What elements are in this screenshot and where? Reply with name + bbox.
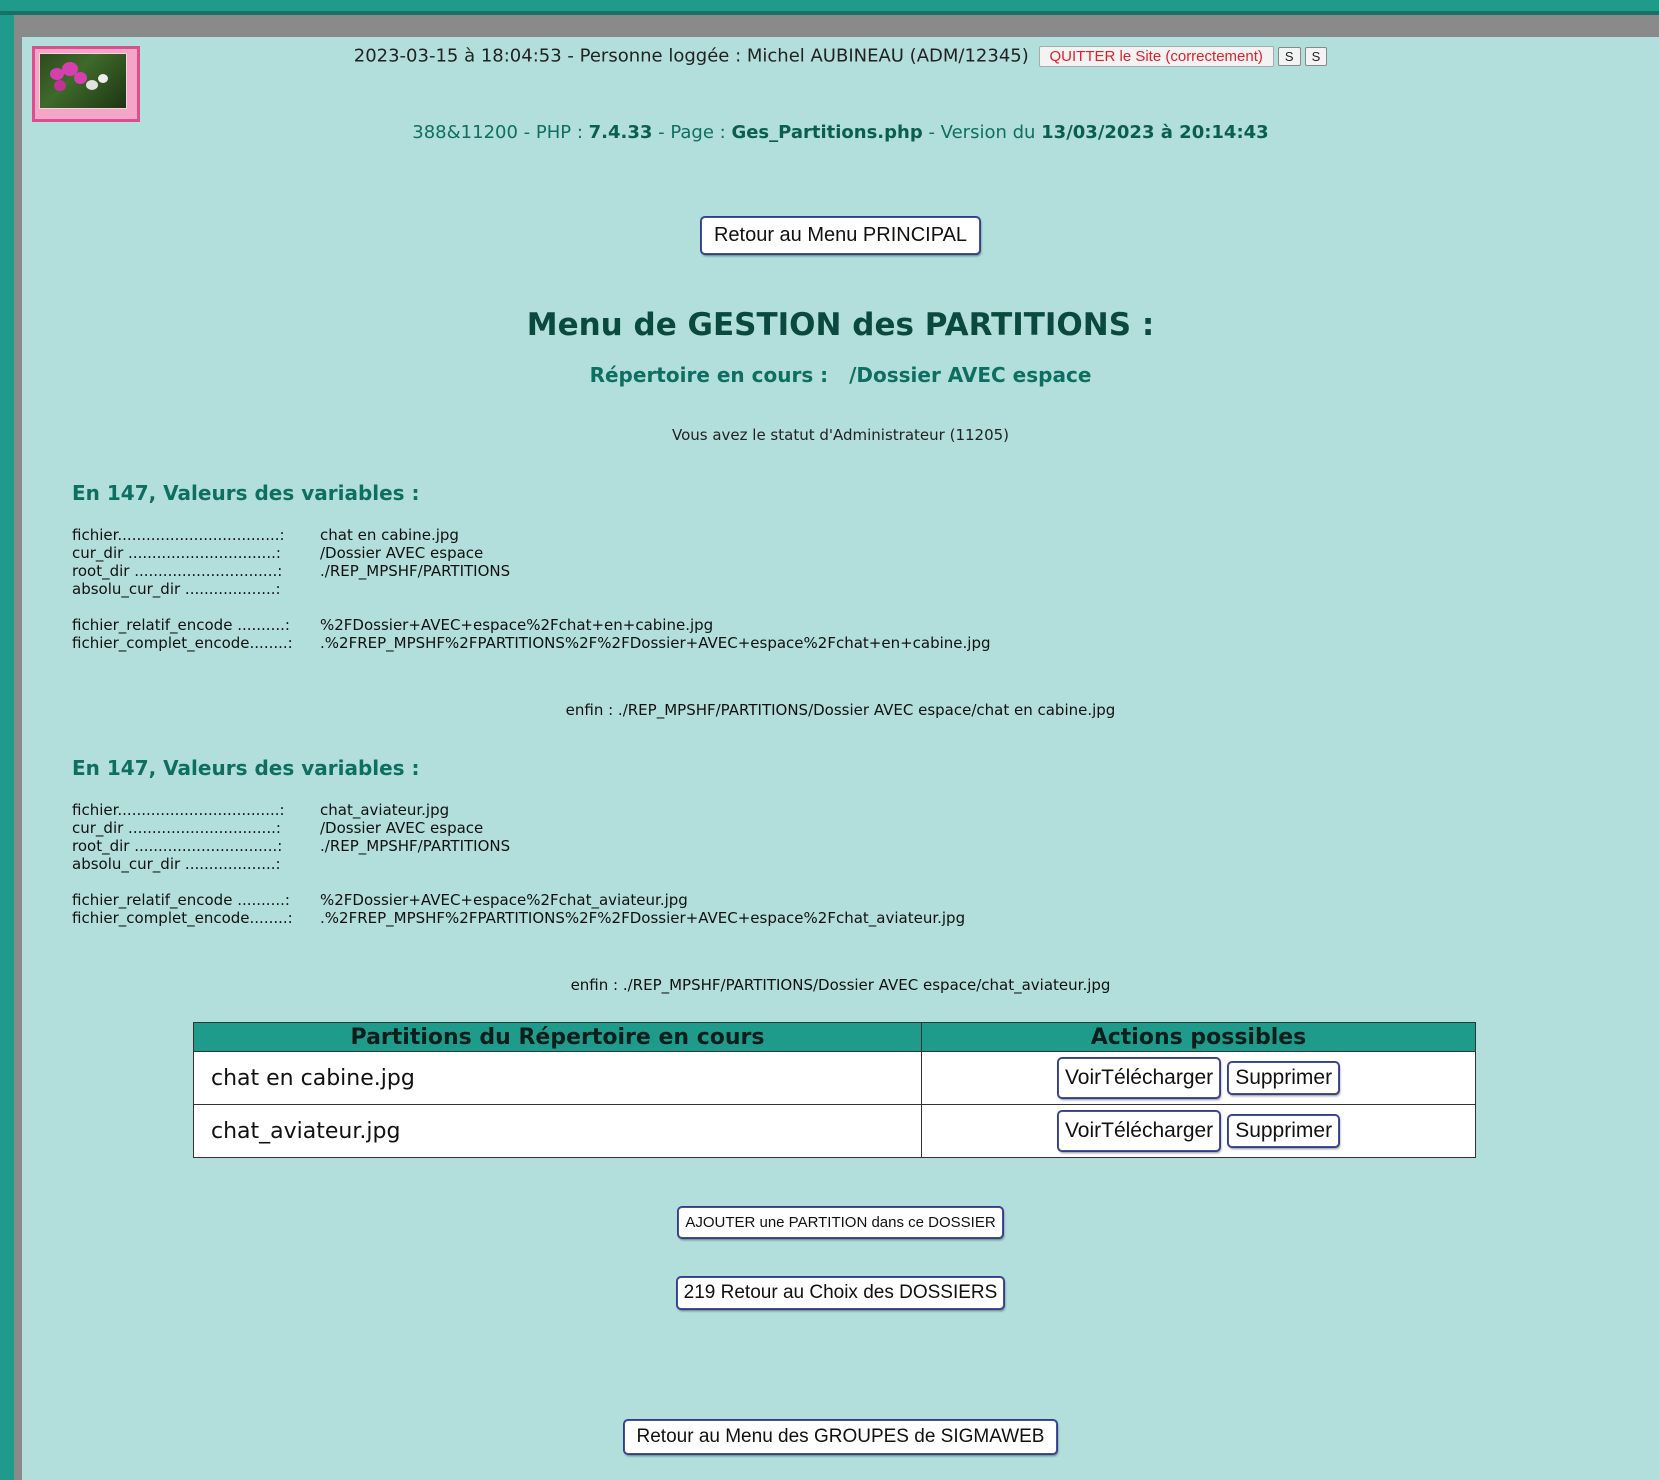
var-value: ./REP_MPSHF/PARTITIONS	[320, 837, 511, 855]
var-key: absolu_cur_dir ...................:	[72, 855, 281, 873]
retour-menu-principal-button[interactable]: Retour au Menu PRINCIPAL	[700, 217, 981, 254]
var-value: /Dossier AVEC espace	[320, 544, 484, 562]
table-header-row: Partitions du Répertoire en cours Action…	[193, 1022, 1476, 1052]
quit-site-button[interactable]: QUITTER le Site (correctement)	[1038, 45, 1274, 67]
user-label: Personne loggée :	[579, 45, 747, 67]
ids-label: 388&11200 - PHP :	[412, 122, 589, 143]
ajouter-partition-button[interactable]: AJOUTER une PARTITION dans ce DOSSIER	[678, 1207, 1003, 1238]
var-value: ./REP_MPSHF/PARTITIONS	[320, 562, 511, 580]
partition-name: chat_aviateur.jpg	[193, 1104, 922, 1158]
status-text: Vous avez le statut d'Administrateur (11…	[671, 426, 1010, 444]
version-date: 13/03/2023 à 20:14:43	[1041, 122, 1269, 143]
var-value: /Dossier AVEC espace	[320, 819, 484, 837]
partition-actions: VoirTélécharger Supprimer	[921, 1051, 1476, 1105]
session-header: 2023-03-15 à 18:04:53 - Personne loggée …	[22, 45, 1659, 67]
debug-heading-2: En 147, Valeurs des variables :	[72, 756, 420, 780]
supprimer-button[interactable]: Supprimer	[1228, 1062, 1340, 1094]
php-version: 7.4.33	[588, 122, 653, 143]
s-button-2[interactable]: S	[1304, 46, 1328, 66]
page-title: Menu de GESTION des PARTITIONS :	[526, 307, 1155, 343]
var-value: chat_aviateur.jpg	[320, 801, 450, 819]
current-directory-label: Répertoire en cours :	[589, 363, 829, 387]
table-row: chat_aviateur.jpg VoirTélécharger Supprim…	[193, 1104, 1476, 1158]
top-bar	[0, 0, 1659, 11]
debug-heading-1: En 147, Valeurs des variables :	[72, 481, 420, 505]
current-directory: Répertoire en cours : /Dossier AVEC espa…	[22, 363, 1659, 387]
top-bar-line	[0, 11, 1659, 15]
var-key: root_dir ..............................:	[72, 562, 283, 580]
var-key: fichier_relatif_encode ..........:	[72, 891, 290, 909]
partitions-table: Partitions du Répertoire en cours Action…	[193, 1022, 1476, 1158]
page-label: - Page :	[652, 122, 732, 143]
partition-actions: VoirTélécharger Supprimer	[921, 1104, 1476, 1158]
var-key: absolu_cur_dir ...................:	[72, 580, 281, 598]
var-key: fichier_relatif_encode ..........:	[72, 616, 290, 634]
var-value: .%2FREP_MPSHF%2FPARTITIONS%2F%2FDossier+…	[320, 634, 991, 652]
column-header-actions: Actions possibles	[921, 1022, 1476, 1052]
var-key: root_dir ..............................:	[72, 837, 283, 855]
var-value: %2FDossier+AVEC+espace%2Fchat_aviateur.j…	[320, 891, 688, 909]
var-key: fichier.................................…	[72, 801, 285, 819]
partition-name: chat en cabine.jpg	[193, 1051, 922, 1105]
current-directory-value: /Dossier AVEC espace	[849, 363, 1092, 387]
voir-telecharger-button[interactable]: VoirTélécharger	[1057, 1111, 1221, 1151]
table-row: chat en cabine.jpg VoirTélécharger Suppri…	[193, 1051, 1476, 1105]
var-key: fichier_complet_encode........:	[72, 634, 293, 652]
column-header-partitions: Partitions du Répertoire en cours	[193, 1022, 922, 1052]
s-button-1[interactable]: S	[1277, 46, 1301, 66]
var-key: cur_dir ...............................:	[72, 544, 281, 562]
version-label: - Version du	[922, 122, 1042, 143]
var-key: cur_dir ...............................:	[72, 819, 281, 837]
voir-telecharger-button[interactable]: VoirTélécharger	[1057, 1058, 1221, 1098]
header-sep: -	[561, 45, 580, 67]
version-info: 388&11200 - PHP : 7.4.33 - Page : Ges_Pa…	[22, 122, 1659, 143]
var-key: fichier_complet_encode........:	[72, 909, 293, 927]
enfin-line-1: enfin : ./REP_MPSHF/PARTITIONS/Dossier A…	[565, 701, 1116, 719]
supprimer-button[interactable]: Supprimer	[1228, 1115, 1340, 1147]
main-panel: 2023-03-15 à 18:04:53 - Personne loggée …	[22, 37, 1659, 1480]
left-bar	[0, 15, 14, 1480]
user-name: Michel AUBINEAU (ADM/12345)	[746, 45, 1029, 67]
enfin-line-2: enfin : ./REP_MPSHF/PARTITIONS/Dossier A…	[570, 976, 1111, 994]
var-value: %2FDossier+AVEC+espace%2Fchat+en+cabine.…	[320, 616, 714, 634]
retour-menu-groupes-button[interactable]: Retour au Menu des GROUPES de SIGMAWEB	[623, 1420, 1058, 1454]
retour-choix-dossiers-button[interactable]: 219 Retour au Choix des DOSSIERS	[676, 1277, 1005, 1309]
var-value: .%2FREP_MPSHF%2FPARTITIONS%2F%2FDossier+…	[320, 909, 966, 927]
var-value: chat en cabine.jpg	[320, 526, 459, 544]
page-name: Ges_Partitions.php	[731, 122, 923, 143]
var-key: fichier.................................…	[72, 526, 285, 544]
datetime: 2023-03-15 à 18:04:53	[353, 45, 562, 67]
